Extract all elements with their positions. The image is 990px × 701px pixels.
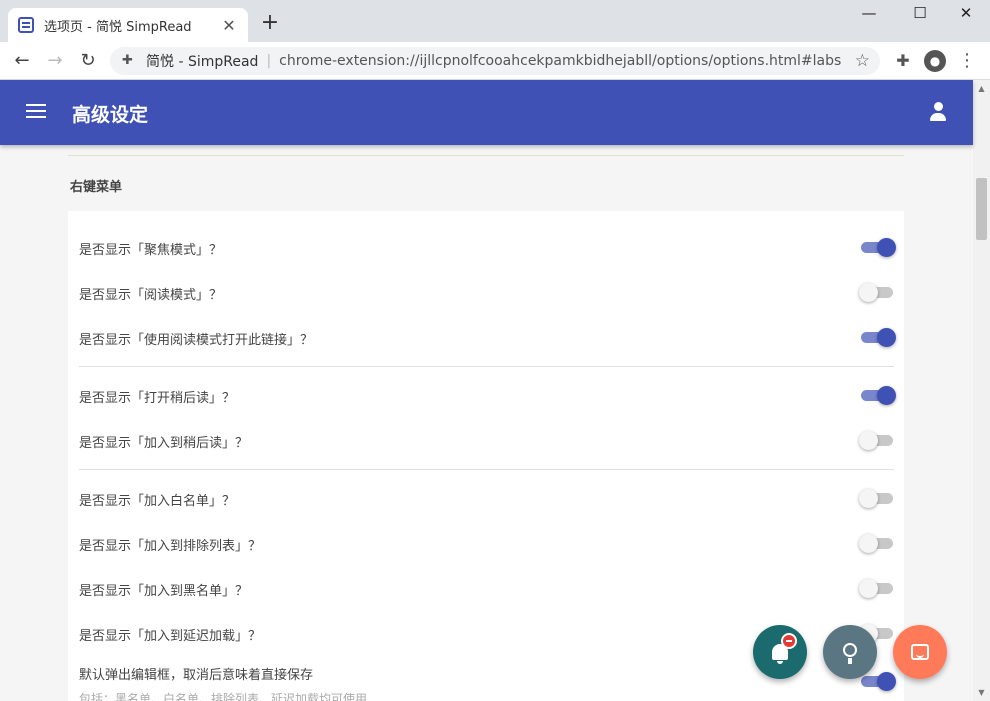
url-separator: | <box>266 53 272 69</box>
lightbulb-icon <box>843 643 857 664</box>
setting-label: 是否显示「加入到排除列表」？ <box>79 539 262 554</box>
chat-button[interactable] <box>893 625 947 679</box>
setting-toggle[interactable] <box>859 431 894 450</box>
setting-label: 是否显示「聚焦模式」？ <box>79 243 223 258</box>
setting-toggle[interactable] <box>859 534 894 553</box>
group-divider <box>79 366 894 367</box>
tips-button[interactable] <box>823 625 877 679</box>
setting-label: 是否显示「阅读模式」？ <box>79 288 223 303</box>
setting-toggle[interactable] <box>860 672 896 691</box>
setting-sublabel: 包括：黑名单、白名单、排除列表、延迟加载均可使用 <box>79 692 368 701</box>
scrollbar-thumb[interactable] <box>976 178 987 240</box>
setting-row: 是否显示「加入到稍后读」？ <box>79 425 894 455</box>
forward-button[interactable]: → <box>43 49 67 73</box>
address-bar[interactable]: ✚ 简悦 - SimpRead | chrome-extension://ijl… <box>110 47 880 75</box>
page-scrollbar[interactable]: ▲ ▼ <box>973 80 990 701</box>
tab-title: 选项页 - 简悦 SimpRead <box>44 19 192 35</box>
url-text[interactable]: chrome-extension://ijllcpnolfcooahcekpam… <box>279 53 880 69</box>
user-account-icon[interactable] <box>929 102 947 122</box>
setting-row: 是否显示「使用阅读模式打开此链接」？ <box>79 322 896 352</box>
setting-label: 是否显示「加入到延迟加载」？ <box>79 629 262 644</box>
browser-menu-icon[interactable]: ⋮ <box>956 50 978 72</box>
setting-row: 是否显示「聚焦模式」？ <box>79 232 896 262</box>
window-maximize-button[interactable]: ☐ <box>905 4 935 22</box>
new-tab-button[interactable]: + <box>258 10 282 35</box>
extension-puzzle-icon: ✚ <box>122 53 133 68</box>
profile-avatar-icon[interactable]: ● <box>924 50 946 72</box>
extensions-icon[interactable]: ✚ <box>892 50 914 72</box>
notification-button[interactable] <box>753 625 807 679</box>
section-divider <box>68 155 904 156</box>
section-title: 右键菜单 <box>70 180 123 195</box>
tab-close-icon[interactable]: ✕ <box>220 16 238 35</box>
hamburger-menu-icon[interactable] <box>26 104 46 120</box>
setting-label: 是否显示「打开稍后读」？ <box>79 391 236 406</box>
scroll-up-icon[interactable]: ▲ <box>973 80 990 97</box>
setting-label: 是否显示「加入到黑名单」？ <box>79 584 249 599</box>
notification-badge <box>781 633 797 649</box>
setting-label: 是否显示「加入到稍后读」？ <box>79 436 249 451</box>
setting-row: 是否显示「加入白名单」？ <box>79 483 894 513</box>
browser-tab[interactable]: 选项页 - 简悦 SimpRead ✕ <box>8 8 248 42</box>
bookmark-star-icon[interactable]: ☆ <box>855 51 870 71</box>
setting-toggle[interactable] <box>860 328 896 347</box>
window-minimize-button[interactable]: — <box>854 4 884 22</box>
browser-tab-bar: 选项页 - 简悦 SimpRead ✕ + — ☐ ✕ <box>0 0 990 42</box>
setting-row: 是否显示「打开稍后读」？ <box>79 380 896 410</box>
scroll-down-icon[interactable]: ▼ <box>973 684 990 701</box>
setting-row: 是否显示「阅读模式」？ <box>79 277 894 307</box>
site-name: 简悦 - SimpRead <box>146 54 259 70</box>
setting-toggle[interactable] <box>860 238 896 257</box>
setting-label: 是否显示「使用阅读模式打开此链接」？ <box>79 333 314 348</box>
back-button[interactable]: ← <box>10 49 34 73</box>
app-header: 高级设定 <box>0 80 973 145</box>
setting-label: 是否显示「加入白名单」？ <box>79 494 236 509</box>
settings-content: 右键菜单 是否显示「聚焦模式」？ 是否显示「阅读模式」？ 是否显示「使用阅读模式… <box>0 145 973 701</box>
reload-button[interactable]: ↻ <box>76 49 100 73</box>
setting-toggle[interactable] <box>859 579 894 598</box>
browser-toolbar: ← → ↻ ✚ 简悦 - SimpRead | chrome-extension… <box>0 42 990 80</box>
setting-toggle[interactable] <box>859 489 894 508</box>
page-title: 高级设定 <box>72 104 149 126</box>
window-close-button[interactable]: ✕ <box>951 4 981 22</box>
setting-row: 是否显示「加入到排除列表」？ <box>79 528 894 558</box>
group-divider <box>79 469 894 470</box>
setting-toggle[interactable] <box>860 386 896 405</box>
setting-label: 默认弹出编辑框，取消后意味着直接保存 <box>79 668 314 683</box>
setting-row: 是否显示「加入到黑名单」？ <box>79 573 894 603</box>
setting-toggle[interactable] <box>859 283 894 302</box>
simpread-favicon-icon <box>18 17 34 33</box>
chat-icon <box>911 644 929 660</box>
